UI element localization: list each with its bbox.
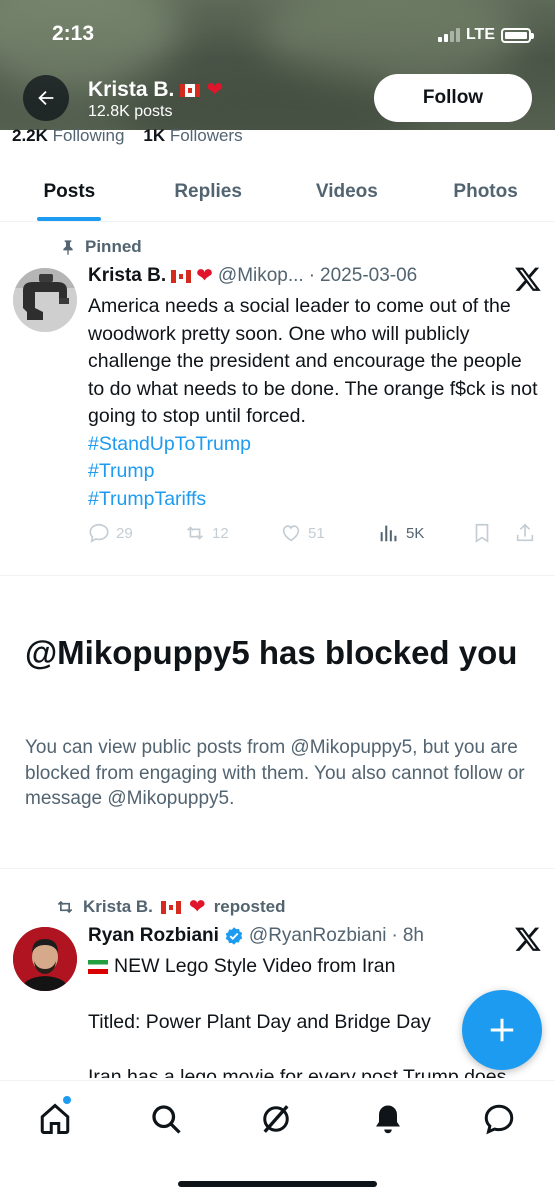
- pinned-label: Pinned: [85, 237, 142, 256]
- repost-count: 12: [212, 524, 229, 542]
- follow-stats: 2.2K Following 1K Followers: [12, 126, 243, 146]
- header-profile-name: Krista B. ❤: [88, 78, 223, 102]
- post-author-name[interactable]: Krista B.: [88, 265, 166, 287]
- x-logo-icon: [514, 265, 542, 293]
- follow-button[interactable]: Follow: [374, 74, 532, 122]
- following-label[interactable]: Following: [53, 126, 125, 145]
- grok-icon[interactable]: [258, 1101, 294, 1137]
- pinned-post-body: America needs a social leader to come ou…: [88, 293, 543, 513]
- divider: [0, 575, 555, 576]
- battery-icon: [501, 27, 534, 43]
- notifications-bell-icon[interactable]: [370, 1101, 406, 1137]
- network-label: LTE: [465, 26, 495, 43]
- repost-line-1: NEW Lego Style Video from Iran: [114, 955, 396, 977]
- view-count: 5K: [406, 524, 425, 542]
- red-heart-icon: ❤: [206, 79, 224, 101]
- iran-flag-icon: [88, 959, 108, 974]
- reposter-name[interactable]: Krista B.: [83, 897, 153, 917]
- blocked-title: @Mikopuppy5 has blocked you: [25, 634, 518, 671]
- post-author-handle[interactable]: @Mikop...: [218, 265, 304, 287]
- notification-dot: [63, 1096, 71, 1104]
- pinned-post-text: America needs a social leader to come ou…: [88, 295, 538, 427]
- red-heart-icon: ❤: [196, 265, 213, 287]
- status-indicators: LTE: [437, 26, 534, 44]
- tab-videos[interactable]: Videos: [278, 162, 417, 221]
- arrow-left-icon: [38, 90, 54, 106]
- status-time: 2:13: [52, 22, 95, 45]
- home-icon[interactable]: [37, 1101, 73, 1137]
- repost-icon: [187, 526, 203, 540]
- messages-icon[interactable]: [481, 1101, 517, 1137]
- canada-flag-icon: [180, 83, 201, 97]
- repost-button[interactable]: 12: [184, 522, 229, 544]
- hashtag-link[interactable]: #StandUpToTrump: [88, 431, 543, 459]
- repost-post-header: Ryan Rozbiani @RyanRozbiani · 8h: [88, 925, 424, 947]
- heart-outline-icon: [282, 525, 300, 542]
- avatar[interactable]: [13, 268, 77, 332]
- pinned-indicator: Pinned: [60, 237, 142, 257]
- back-button[interactable]: [23, 75, 69, 121]
- reply-count: 29: [116, 524, 133, 542]
- search-icon[interactable]: [148, 1101, 184, 1137]
- repost-indicator: Krista B. ❤ reposted: [55, 897, 285, 917]
- post-author-name[interactable]: Ryan Rozbiani: [88, 925, 219, 947]
- like-count: 51: [308, 524, 325, 542]
- pin-icon: [63, 240, 73, 255]
- profile-header-banner: 2:13 LTE Krista B. ❤ 12.8K posts Follow: [0, 0, 555, 130]
- tab-replies[interactable]: Replies: [139, 162, 278, 221]
- followers-label[interactable]: Followers: [170, 126, 243, 145]
- share-icon: [516, 523, 534, 542]
- repost-line-3: Iran has a lego movie for every post Tru…: [88, 1066, 507, 1078]
- canada-flag-icon: [171, 269, 192, 283]
- canada-flag-icon: [160, 900, 181, 914]
- avatar[interactable]: [13, 927, 77, 991]
- bookmark-button[interactable]: [471, 522, 493, 544]
- reply-icon: [89, 523, 109, 543]
- reply-button[interactable]: 29: [88, 522, 133, 544]
- post-actions: 29 12 51 5K: [88, 522, 540, 550]
- followers-count: 1K: [143, 126, 166, 145]
- post-date[interactable]: 2025-03-06: [320, 265, 417, 287]
- verified-badge-icon: [225, 927, 243, 945]
- separator-dot: ·: [308, 265, 316, 286]
- like-button[interactable]: 51: [280, 522, 325, 544]
- bookmark-icon: [475, 523, 489, 543]
- separator-dot: ·: [391, 925, 398, 946]
- signal-icon: [437, 28, 460, 42]
- post-time[interactable]: 8h: [403, 925, 424, 947]
- views-button[interactable]: 5K: [378, 522, 424, 544]
- hashtag-link[interactable]: #TrumpTariffs: [88, 486, 543, 514]
- profile-tabs: Posts Replies Videos Photos: [0, 162, 555, 222]
- compose-post-button[interactable]: [462, 990, 542, 1070]
- post-author-handle[interactable]: @RyanRozbiani: [249, 925, 387, 947]
- home-indicator: [178, 1181, 377, 1187]
- hashtag-link[interactable]: #Trump: [88, 458, 543, 486]
- pinned-post-header: Krista B. ❤ @Mikop... · 2025-03-06: [88, 265, 417, 287]
- x-logo-icon: [514, 925, 542, 953]
- plus-icon: [490, 1018, 514, 1042]
- following-count: 2.2K: [12, 126, 48, 145]
- faucet-avatar-image: [13, 268, 77, 332]
- tab-photos[interactable]: Photos: [416, 162, 555, 221]
- analytics-icon: [380, 525, 397, 542]
- post-count: 12.8K posts: [88, 103, 173, 120]
- header-name-text: Krista B.: [88, 78, 175, 101]
- blocked-message: You can view public posts from @Mikopupp…: [25, 737, 525, 809]
- tab-posts[interactable]: Posts: [0, 162, 139, 221]
- person-avatar-image: [13, 927, 77, 991]
- red-heart-icon: ❤: [188, 896, 206, 918]
- repost-icon: [57, 900, 73, 914]
- divider: [0, 868, 555, 869]
- reposted-label: reposted: [213, 897, 286, 916]
- share-button[interactable]: [514, 522, 536, 544]
